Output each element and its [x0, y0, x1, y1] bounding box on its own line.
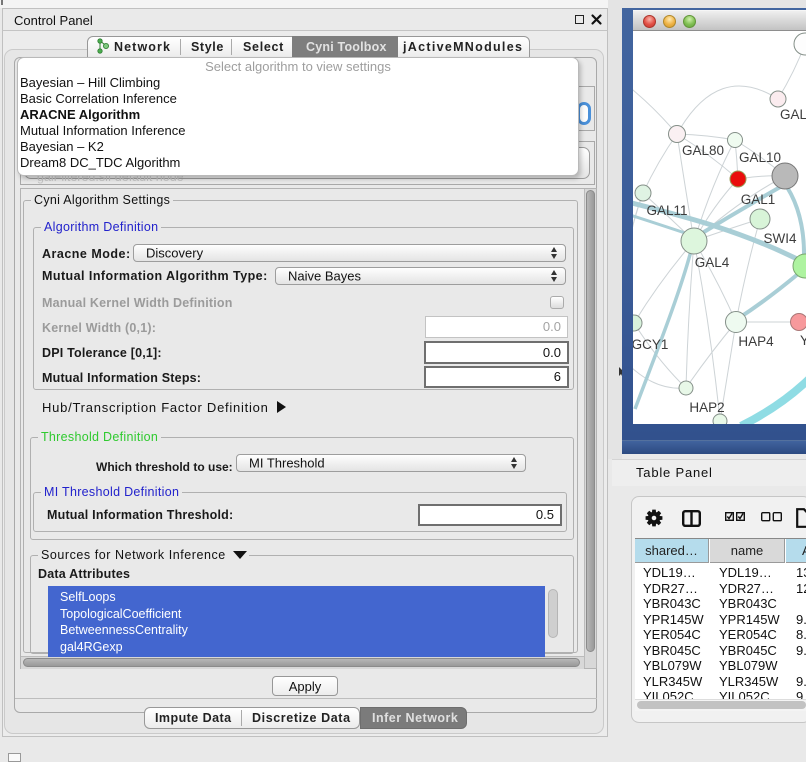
svg-text:GAL1: GAL1: [741, 192, 776, 207]
svg-text:HAP4: HAP4: [738, 334, 774, 349]
svg-text:SWI4: SWI4: [763, 231, 796, 246]
svg-text:GAL80: GAL80: [682, 143, 724, 158]
svg-text:GCY1: GCY1: [633, 337, 668, 352]
svg-text:GAL10: GAL10: [739, 150, 781, 165]
svg-text:HAP2: HAP2: [689, 400, 724, 415]
svg-text:Y: Y: [800, 333, 806, 348]
svg-text:GAL11: GAL11: [646, 203, 687, 218]
svg-text:GAL2: GAL2: [780, 107, 806, 122]
svg-text:GAL4: GAL4: [695, 255, 730, 270]
